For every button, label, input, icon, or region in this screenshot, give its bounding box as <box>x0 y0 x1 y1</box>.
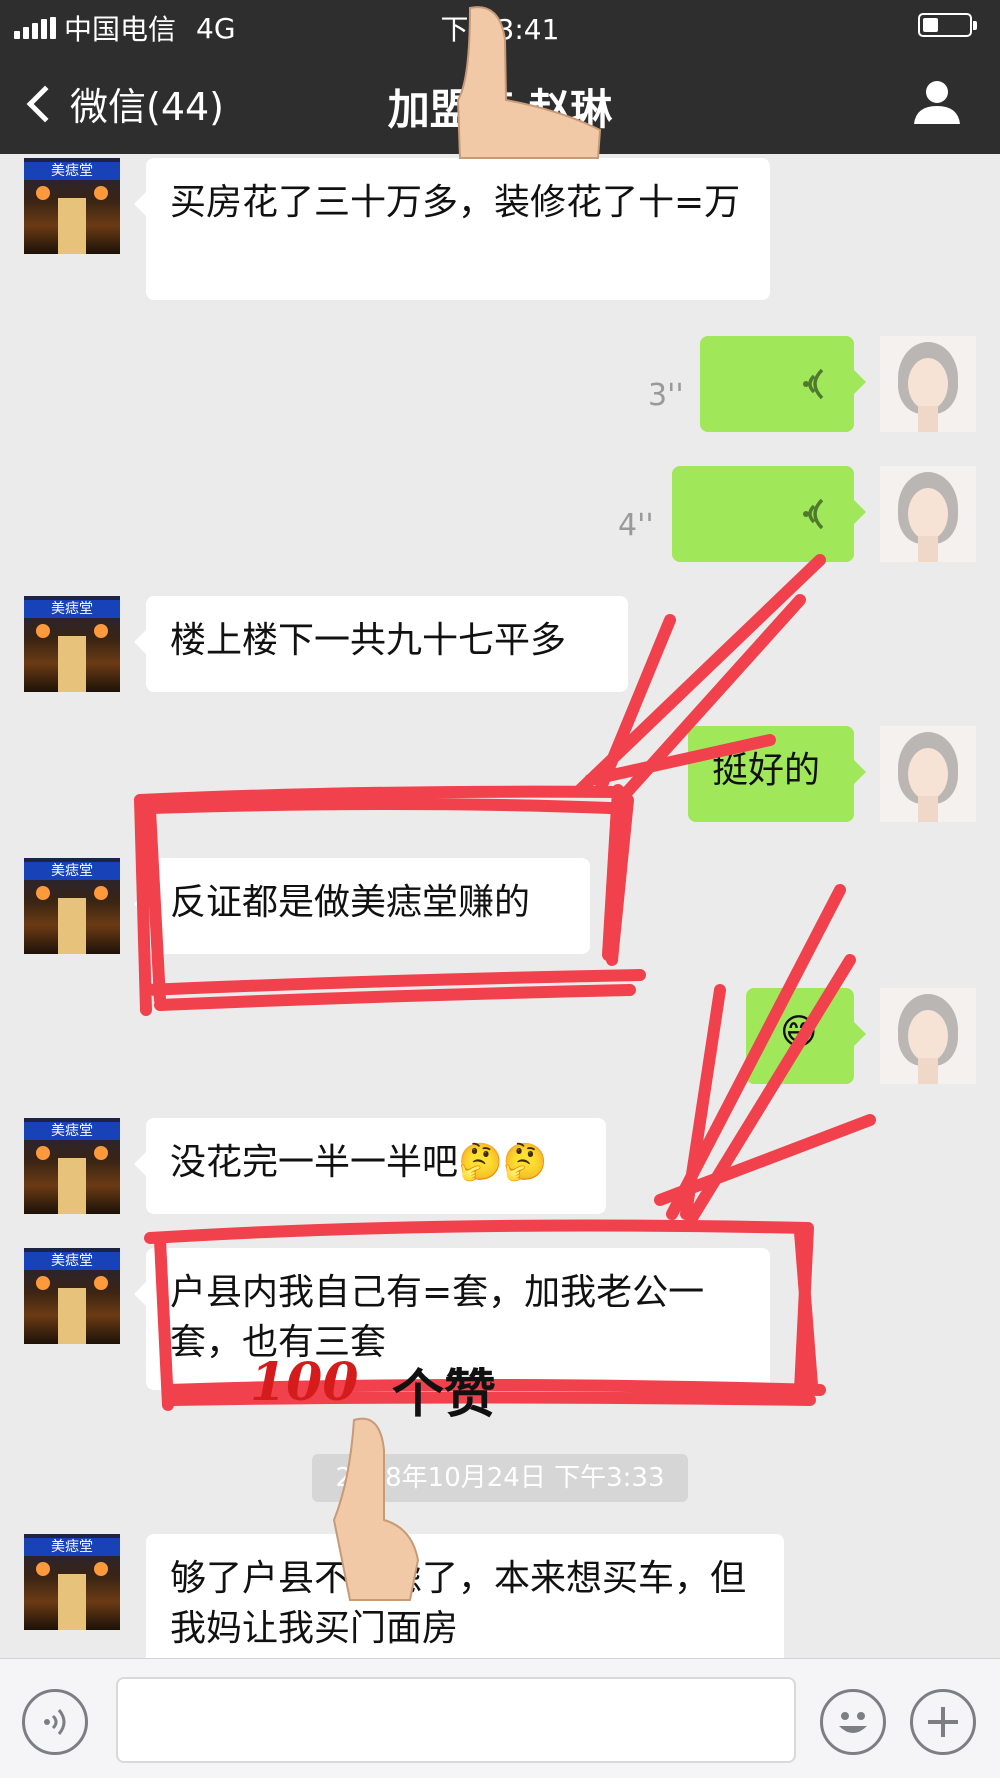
voice-message[interactable] <box>700 336 866 432</box>
message-bubble[interactable]: 买房花了三十万多，装修花了十=万 <box>134 158 770 300</box>
chat-title: 加盟商 赵琳 <box>387 85 613 134</box>
lamp <box>36 1562 50 1576</box>
battery-level <box>923 18 938 32</box>
contact-avatar[interactable]: 美痣堂 <box>24 1118 120 1214</box>
plus-icon <box>928 1707 958 1737</box>
status-time: 下午3:41 <box>440 13 560 46</box>
message-bubble[interactable]: 挺好的 <box>688 726 866 822</box>
message-bubble[interactable]: 楼上楼下一共九十七平多 <box>134 596 628 692</box>
message-text: 买房花了三十万多，装修花了十=万 <box>170 182 741 223</box>
contact-avatar[interactable]: 美痣堂 <box>24 1248 120 1344</box>
shop-sign: 美痣堂 <box>24 1538 120 1556</box>
neck <box>918 536 938 562</box>
door <box>58 1574 86 1630</box>
message-text: 反证都是做美痣堂赚的 <box>170 882 531 923</box>
voice-wave-icon <box>803 498 824 530</box>
contact-avatar[interactable]: 美痣堂 <box>24 858 120 954</box>
lamp <box>94 1146 108 1160</box>
message-text: 挺好的 <box>712 750 821 791</box>
message-text: 户县内我自己有=套，加我老公一套，也有三套 <box>170 1272 705 1363</box>
battery-icon <box>918 13 977 37</box>
face <box>908 748 948 800</box>
user-avatar[interactable] <box>880 726 976 822</box>
message-text: 楼上楼下一共九十七平多 <box>170 620 567 661</box>
neck <box>918 796 938 822</box>
voice-message[interactable] <box>672 466 866 562</box>
chat-timestamp: 2018年10月24日 下午3:33 <box>312 1454 688 1502</box>
emoji-button[interactable] <box>820 1689 886 1755</box>
message-bubble[interactable]: 😄 <box>746 988 866 1084</box>
message-bubble[interactable]: 反证都是做美痣堂赚的 <box>134 858 590 954</box>
voice-toggle-icon <box>44 1709 66 1735</box>
lamp <box>36 1146 50 1160</box>
annotation-number: 100 <box>250 1352 359 1413</box>
voice-wave-icon <box>803 368 824 400</box>
face <box>908 488 948 540</box>
voice-toggle-button[interactable] <box>22 1689 88 1755</box>
lamp <box>36 1276 50 1290</box>
annotation-word: 个赞 <box>392 1364 497 1425</box>
lamp <box>94 1562 108 1576</box>
face <box>908 358 948 410</box>
lamp <box>94 186 108 200</box>
person-icon[interactable] <box>912 78 962 124</box>
lamp <box>94 624 108 638</box>
message-input[interactable] <box>116 1677 796 1763</box>
door <box>58 636 86 692</box>
message-text: 没花完一半一半吧🤔🤔 <box>170 1142 548 1183</box>
input-bar <box>0 1658 1000 1778</box>
shop-sign: 美痣堂 <box>24 862 120 880</box>
user-avatar[interactable] <box>880 466 976 562</box>
lamp <box>36 624 50 638</box>
neck <box>918 1058 938 1084</box>
door <box>58 1158 86 1214</box>
shop-sign: 美痣堂 <box>24 1122 120 1140</box>
message-bubble[interactable]: 够了户县不考虑了，本来想买车，但我妈让我买门面房 <box>146 1534 784 1658</box>
face <box>908 1010 948 1062</box>
contact-avatar[interactable]: 美痣堂 <box>24 1534 120 1630</box>
lamp <box>94 886 108 900</box>
plus-button[interactable] <box>910 1689 976 1755</box>
door <box>58 1288 86 1344</box>
chat-header: 微信(44) 加盟商 赵琳 <box>0 48 1000 154</box>
door <box>58 898 86 954</box>
shop-door <box>58 198 86 254</box>
emoji-icon <box>839 1712 867 1733</box>
neck <box>918 406 938 432</box>
voice-duration: 4'' <box>618 508 654 543</box>
message-bubble[interactable]: 没花完一半一半吧🤔🤔 <box>134 1118 606 1214</box>
status-bar: 中国电信 4G 下午3:41 <box>0 0 1000 48</box>
lamp <box>94 1276 108 1290</box>
shop-sign: 美痣堂 <box>24 1252 120 1270</box>
contact-avatar[interactable]: 美痣堂 <box>24 596 120 692</box>
user-avatar[interactable] <box>880 988 976 1084</box>
message-text: 😄 <box>780 1012 818 1053</box>
user-avatar[interactable] <box>880 336 976 432</box>
lamp <box>36 186 50 200</box>
lamp <box>36 886 50 900</box>
contact-avatar[interactable]: 美痣堂 <box>24 158 120 254</box>
message-text: 够了户县不考虑了，本来想买车，但我妈让我买门面房 <box>170 1558 747 1649</box>
voice-duration: 3'' <box>648 378 684 413</box>
shop-sign: 美痣堂 <box>24 600 120 618</box>
shop-sign: 美痣堂 <box>24 162 120 180</box>
